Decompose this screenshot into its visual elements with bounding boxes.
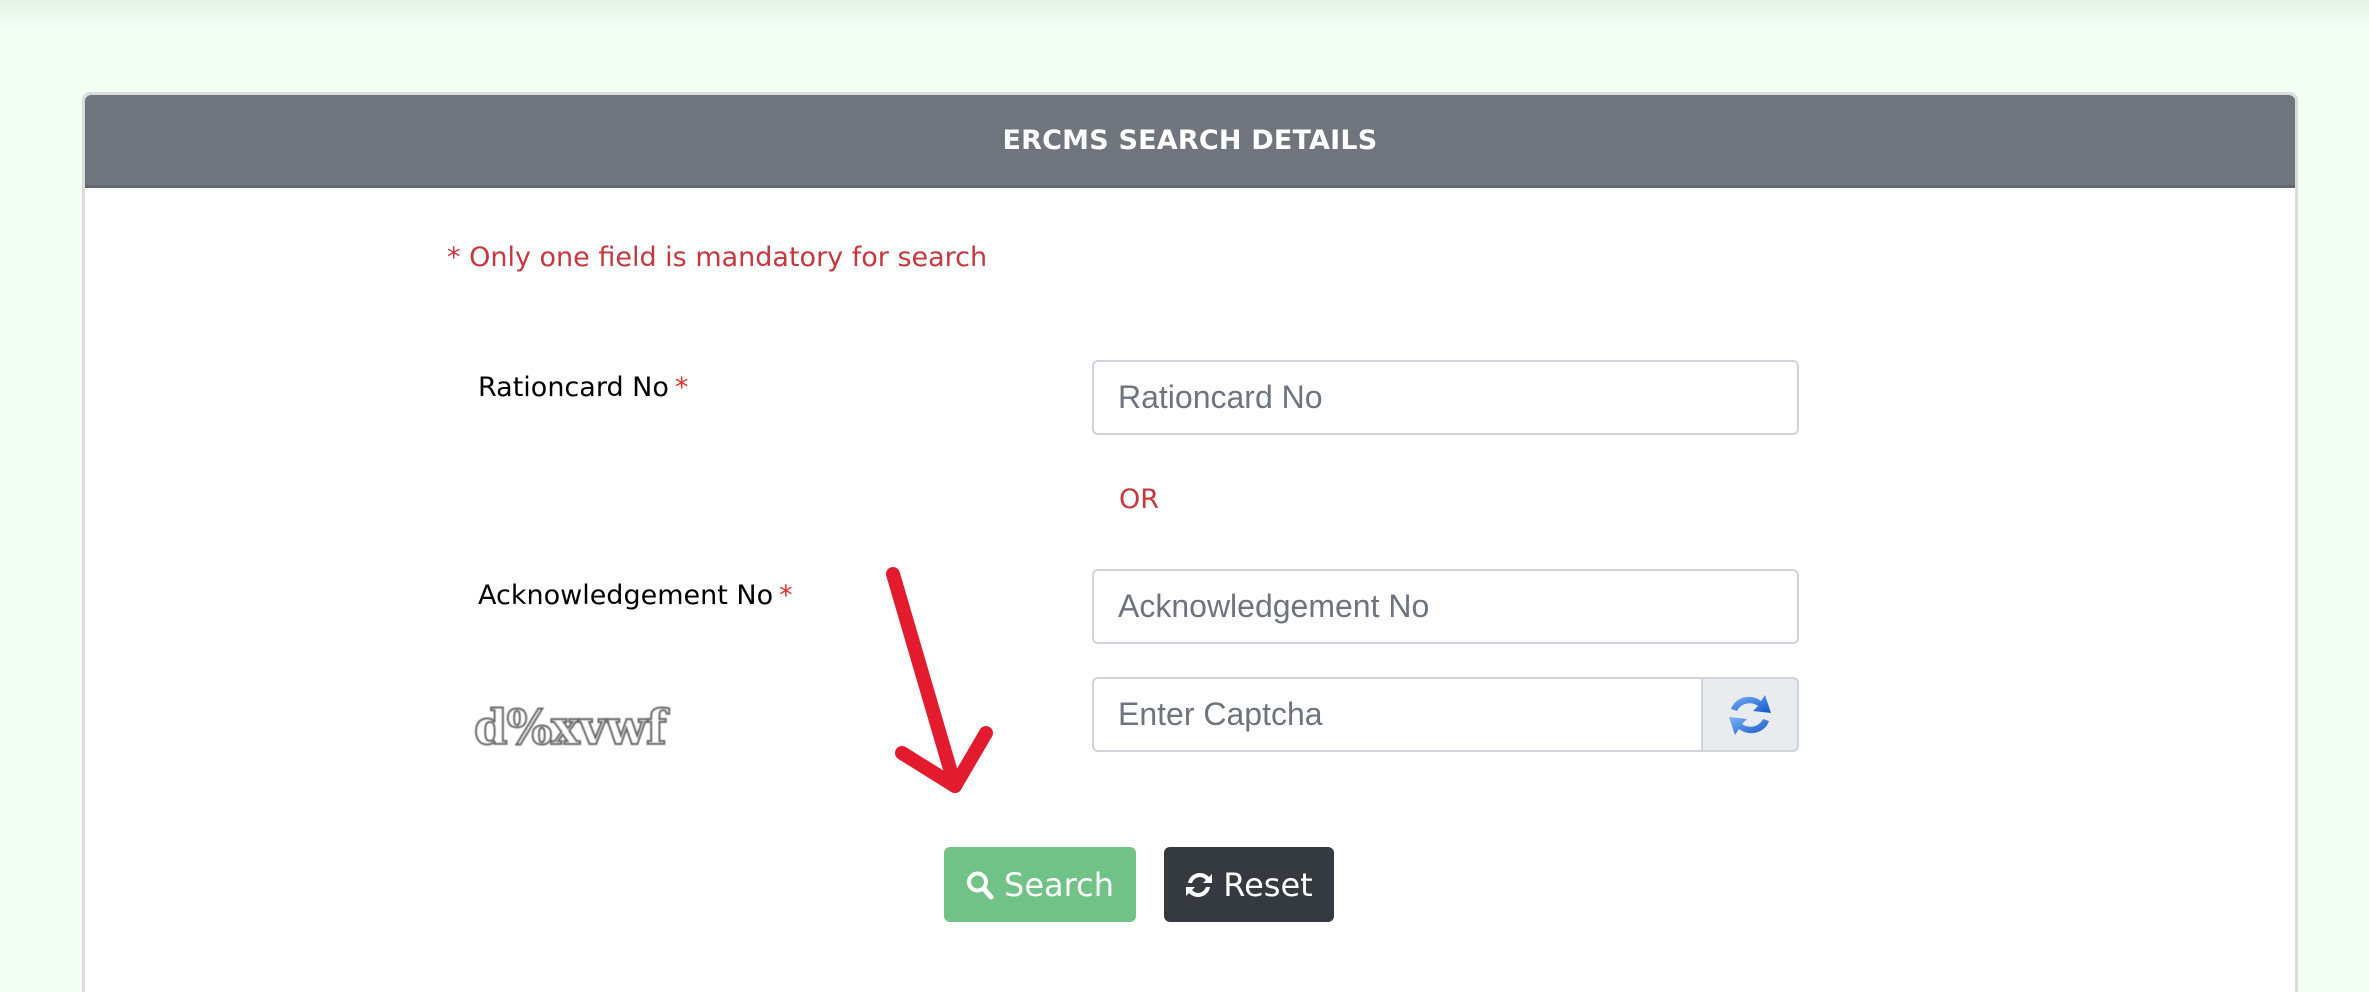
captcha-input-group — [1092, 677, 1799, 752]
or-separator: OR — [1119, 484, 1160, 515]
rationcard-label: Rationcard No * — [478, 372, 688, 403]
acknowledgement-label-text: Acknowledgement No — [478, 580, 774, 611]
refresh-icon — [1729, 694, 1771, 735]
reset-button-label: Reset — [1223, 865, 1313, 904]
rationcard-label-text: Rationcard No — [478, 372, 669, 403]
search-button-label: Search — [1004, 865, 1114, 904]
captcha-image: d%xvwf — [473, 699, 668, 757]
search-icon — [967, 871, 994, 899]
sync-icon — [1186, 872, 1213, 897]
rationcard-input[interactable] — [1092, 360, 1799, 435]
required-marker: * — [674, 372, 689, 403]
mandatory-note: * Only one field is mandatory for search — [447, 242, 988, 273]
acknowledgement-input[interactable] — [1092, 569, 1799, 644]
navbar-shadow — [0, 0, 2369, 30]
reset-button[interactable]: Reset — [1164, 847, 1334, 922]
acknowledgement-label: Acknowledgement No * — [478, 580, 793, 611]
captcha-input[interactable] — [1092, 677, 1703, 752]
card-title: ERCMS SEARCH DETAILS — [1002, 124, 1378, 156]
search-button[interactable]: Search — [944, 847, 1136, 922]
captcha-refresh-button[interactable] — [1703, 677, 1799, 752]
required-marker: * — [779, 580, 793, 611]
card-header: ERCMS SEARCH DETAILS — [85, 95, 2295, 188]
